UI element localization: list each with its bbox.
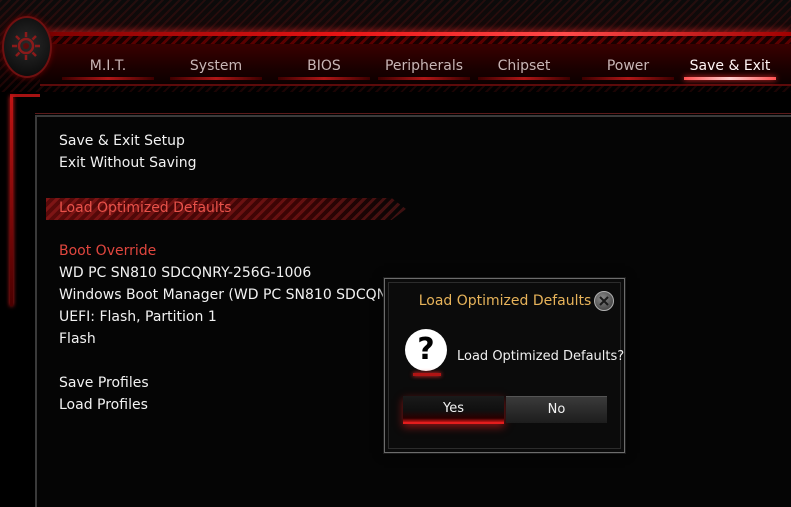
tab-label: Chipset: [497, 58, 551, 74]
menu-load-profiles[interactable]: Load Profiles: [59, 397, 148, 413]
boot-option-item[interactable]: UEFI: Flash, Partition 1: [59, 309, 217, 325]
dialog-message: Load Optimized Defaults?: [457, 349, 625, 364]
left-rail-cap: [10, 94, 40, 97]
tab-system[interactable]: System: [170, 52, 262, 82]
boot-override-header: Boot Override: [59, 243, 157, 259]
tab-label: System: [189, 58, 243, 74]
tab-label: M.I.T.: [89, 58, 127, 74]
tab-label: BIOS: [307, 58, 341, 74]
tab-bar: M.I.T. System BIOS Peripherals Chipset P…: [60, 52, 790, 82]
tab-mit[interactable]: M.I.T.: [62, 52, 154, 82]
dialog-title: Load Optimized Defaults: [418, 293, 592, 309]
left-rail: [10, 96, 13, 306]
boot-option-item[interactable]: Flash: [59, 331, 96, 347]
yes-button[interactable]: Yes: [403, 396, 504, 424]
menu-save-profiles[interactable]: Save Profiles: [59, 375, 149, 391]
tab-label: Save & Exit: [689, 58, 771, 74]
menu-save-exit-setup[interactable]: Save & Exit Setup: [59, 133, 185, 149]
menu-load-optimized-defaults[interactable]: Load Optimized Defaults: [59, 200, 232, 216]
tab-power[interactable]: Power: [582, 52, 674, 82]
question-icon: ?: [405, 329, 447, 371]
panel-divider: [35, 113, 791, 114]
bios-screen: M.I.T. System BIOS Peripherals Chipset P…: [0, 0, 791, 507]
tab-label: Peripherals: [384, 58, 464, 74]
no-button[interactable]: No: [506, 396, 607, 423]
boot-option-item[interactable]: WD PC SN810 SDCQNRY-256G-1006: [59, 265, 311, 281]
confirm-dialog: Load Optimized Defaults ? Load Optimized…: [384, 278, 625, 453]
tab-peripherals[interactable]: Peripherals: [378, 52, 470, 82]
close-icon[interactable]: [594, 291, 614, 311]
header-stripe: [40, 36, 791, 44]
tab-save-exit[interactable]: Save & Exit: [684, 52, 776, 82]
icon-underline: [413, 373, 441, 376]
tab-label: Power: [606, 58, 650, 74]
tab-bios[interactable]: BIOS: [278, 52, 370, 82]
tab-chipset[interactable]: Chipset: [478, 52, 570, 82]
gear-logo-icon: [2, 16, 52, 78]
menu-exit-without-saving[interactable]: Exit Without Saving: [59, 155, 197, 171]
